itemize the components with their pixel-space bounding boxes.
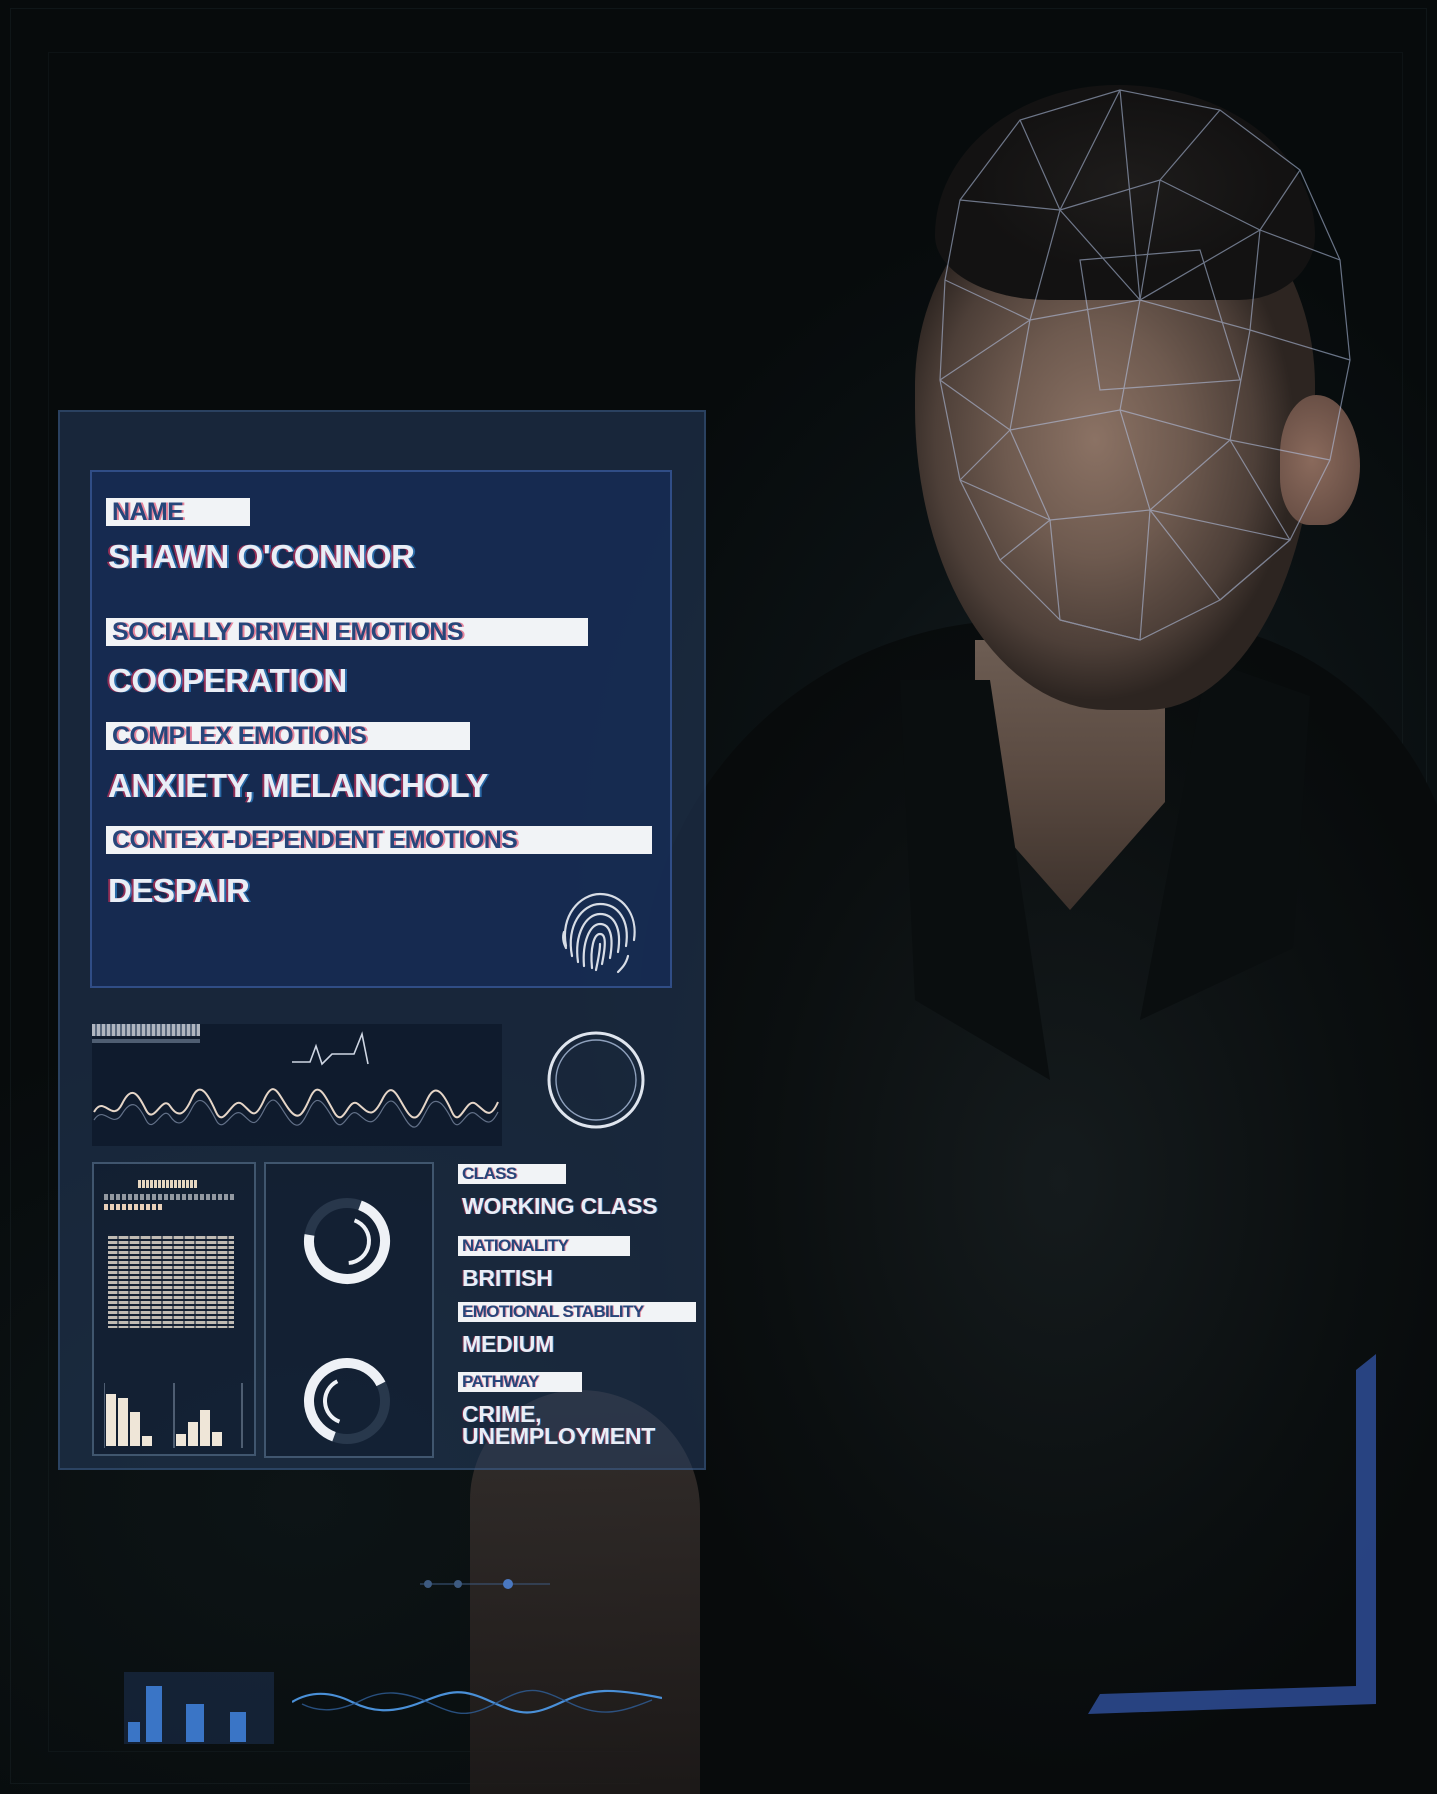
diagnostics-bar-graph — [104, 1383, 243, 1448]
socially-driven-emotions-label: SOCIALLY DRIVEN EMOTIONS — [106, 618, 588, 646]
name-value: SHAWN O'CONNOR — [108, 538, 415, 575]
context-dependent-emotions-label: CONTEXT-DEPENDENT EMOTIONS — [106, 826, 652, 854]
gauge-panel — [264, 1162, 434, 1458]
fingerprint-icon — [562, 892, 636, 974]
emotional-stability-value: MEDIUM — [462, 1331, 555, 1357]
waveform-graph — [93, 1031, 499, 1128]
progress-gauge-icon — [304, 1358, 390, 1444]
waveform-panel — [92, 1024, 502, 1146]
class-value: WORKING CLASS — [462, 1193, 658, 1219]
socially-driven-emotions-value: COOPERATION — [108, 662, 347, 699]
nationality-value: BRITISH — [462, 1265, 553, 1291]
pathway-label: PATHWAY — [458, 1372, 582, 1392]
progress-dots-icon — [420, 1579, 550, 1589]
hud-scene: NAME SHAWN O'CONNOR SOCIALLY DRIVEN EMOT… — [0, 0, 1437, 1794]
diagnostics-text-block — [108, 1236, 234, 1328]
corner-bracket-icon — [1088, 1354, 1376, 1714]
complex-emotions-value: ANXIETY, MELANCHOLY — [108, 767, 488, 804]
diagnostics-title-bar — [138, 1180, 198, 1188]
bottom-wave-line — [292, 1689, 662, 1715]
progress-gauge-icon — [304, 1198, 390, 1284]
complex-emotions-label: COMPLEX EMOTIONS — [106, 722, 470, 750]
bottom-bar-graph — [124, 1672, 274, 1744]
diagnostics-header-bar — [104, 1194, 234, 1200]
context-dependent-emotions-value: DESPAIR — [108, 872, 250, 909]
diagnostics-panel — [92, 1162, 256, 1456]
diagnostics-subheader-bar — [104, 1204, 164, 1210]
gauge-inner-arc — [323, 1379, 341, 1424]
face-mesh-icon — [939, 89, 1351, 641]
emotional-stability-label: EMOTIONAL STABILITY — [458, 1302, 696, 1322]
name-label: NAME — [106, 498, 250, 526]
nationality-label: NATIONALITY — [458, 1236, 630, 1256]
gauge-inner-arc — [348, 1218, 371, 1265]
class-label: CLASS — [458, 1164, 566, 1184]
pathway-value-line2: UNEMPLOYMENT — [462, 1423, 656, 1449]
ring-indicator-icon — [547, 1031, 645, 1129]
